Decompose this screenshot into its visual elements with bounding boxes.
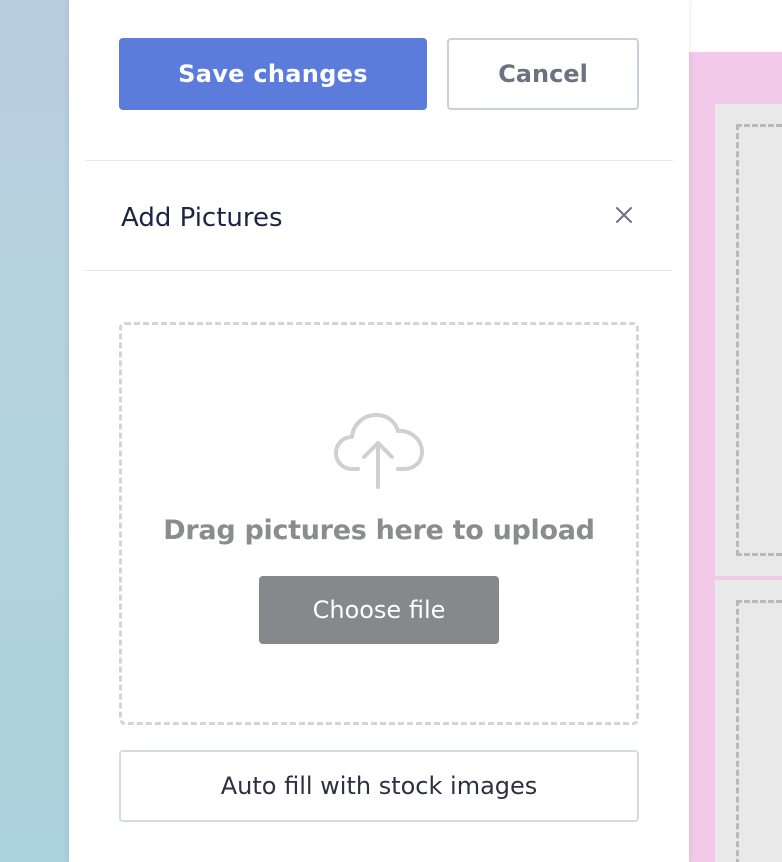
auto-fill-stock-images-button[interactable]: Auto fill with stock images: [119, 750, 639, 822]
image-placeholder-1[interactable]: [715, 104, 782, 576]
cancel-button[interactable]: Cancel: [447, 38, 639, 110]
upload-instruction: Drag pictures here to upload: [163, 515, 595, 546]
image-placeholder-border: [736, 600, 782, 862]
upload-dropzone[interactable]: Drag pictures here to upload Choose file: [119, 322, 639, 725]
panel-title: Add Pictures: [121, 203, 283, 233]
divider: [85, 160, 673, 161]
add-pictures-panel: Save changes Cancel Add Pictures Drag pi…: [69, 0, 689, 862]
close-icon[interactable]: [609, 198, 639, 232]
editor-stage: Save changes Cancel Add Pictures Drag pi…: [0, 0, 782, 862]
page-canvas: [689, 0, 782, 862]
divider: [85, 270, 673, 271]
canvas-topbar: [689, 0, 782, 52]
image-placeholder-border: [736, 124, 782, 556]
cloud-upload-icon: [332, 403, 428, 491]
choose-file-button[interactable]: Choose file: [259, 576, 499, 644]
image-placeholder-2[interactable]: [715, 580, 782, 862]
save-changes-button[interactable]: Save changes: [119, 38, 427, 110]
